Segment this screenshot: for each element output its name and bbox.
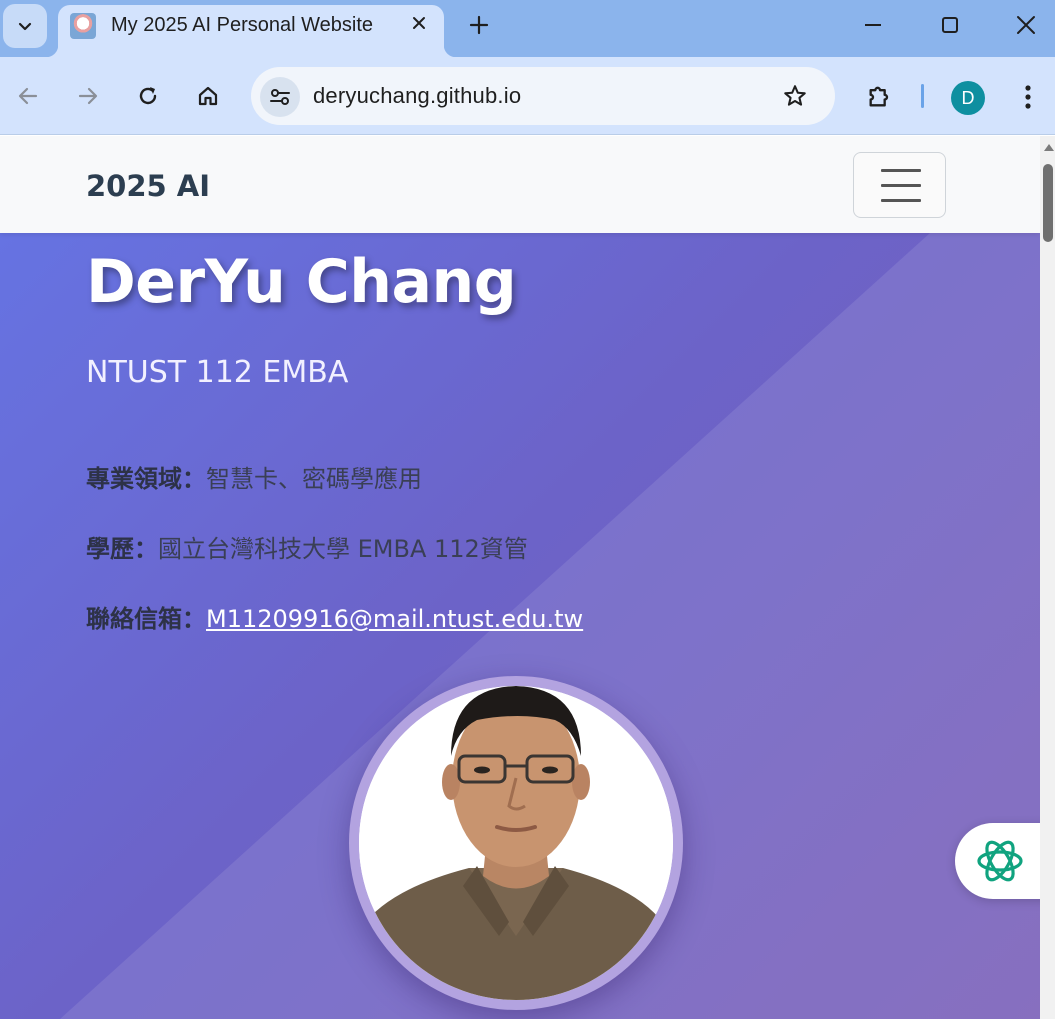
url-text[interactable]: deryuchang.github.io bbox=[313, 83, 521, 109]
star-icon bbox=[784, 85, 806, 106]
reload-icon bbox=[139, 87, 157, 105]
tab-strip: My 2025 AI Personal Website bbox=[0, 0, 1055, 57]
floating-assistant-button[interactable] bbox=[955, 823, 1040, 899]
field-expertise: 專業領域：智慧卡、密碼學應用 bbox=[86, 459, 422, 494]
browser-toolbar: deryuchang.github.io D bbox=[0, 57, 1055, 135]
scroll-up-arrow-icon[interactable] bbox=[1044, 144, 1054, 151]
scrollbar-thumb[interactable] bbox=[1043, 164, 1053, 242]
hero-name-heading: DerYu Chang bbox=[86, 247, 517, 317]
field-email: 聯絡信箱：M11209916@mail.ntust.edu.tw bbox=[86, 599, 583, 634]
toolbar-separator bbox=[921, 84, 924, 108]
hamburger-line-icon bbox=[881, 199, 921, 202]
hero-subtitle: NTUST 112 EMBA bbox=[86, 355, 349, 390]
site-brand-link[interactable]: 2025 AI bbox=[86, 169, 210, 203]
field-label: 聯絡信箱： bbox=[86, 605, 206, 633]
maximize-button[interactable] bbox=[935, 10, 965, 40]
bookmark-button[interactable] bbox=[779, 80, 811, 112]
page-viewport: 2025 AI DerYu Chang NTUST 112 EMBA 專業領域：… bbox=[0, 136, 1040, 1019]
tune-icon bbox=[270, 89, 290, 105]
page-scrollbar[interactable] bbox=[1040, 136, 1055, 1019]
close-icon bbox=[413, 17, 425, 29]
plus-icon bbox=[469, 15, 489, 35]
field-label: 專業領域： bbox=[86, 465, 206, 493]
new-tab-button[interactable] bbox=[464, 10, 494, 40]
field-value: 國立台灣科技大學 EMBA 112資管 bbox=[158, 535, 528, 563]
extensions-button[interactable] bbox=[862, 78, 898, 114]
field-label: 學歷： bbox=[86, 535, 158, 563]
puzzle-piece-icon bbox=[869, 86, 889, 107]
hamburger-line-icon bbox=[881, 169, 921, 172]
home-icon bbox=[198, 86, 218, 106]
minimize-button[interactable] bbox=[858, 10, 888, 40]
field-education: 學歷：國立台灣科技大學 EMBA 112資管 bbox=[86, 529, 528, 564]
minimize-icon bbox=[865, 24, 881, 26]
field-value: 智慧卡、密碼學應用 bbox=[206, 465, 422, 493]
hero-section: DerYu Chang NTUST 112 EMBA 專業領域：智慧卡、密碼學應… bbox=[0, 233, 1040, 1019]
navbar-toggle-button[interactable] bbox=[853, 152, 946, 218]
browser-tab-active[interactable]: My 2025 AI Personal Website bbox=[46, 5, 456, 57]
site-navbar: 2025 AI bbox=[0, 136, 1040, 233]
chevron-down-icon bbox=[18, 22, 32, 31]
site-favicon-icon bbox=[70, 13, 96, 39]
more-vertical-icon bbox=[1025, 85, 1031, 109]
forward-button[interactable] bbox=[70, 78, 106, 114]
openai-logo-icon bbox=[977, 840, 1023, 882]
hamburger-line-icon bbox=[881, 184, 921, 187]
forward-arrow-icon bbox=[78, 87, 98, 105]
browser-menu-button[interactable] bbox=[1012, 79, 1044, 115]
maximize-icon bbox=[942, 17, 958, 33]
site-info-button[interactable] bbox=[260, 77, 300, 117]
back-button[interactable] bbox=[10, 78, 46, 114]
back-arrow-icon bbox=[18, 87, 38, 105]
home-button[interactable] bbox=[190, 78, 226, 114]
close-window-button[interactable] bbox=[1011, 10, 1041, 40]
reload-button[interactable] bbox=[130, 78, 166, 114]
profile-photo-frame bbox=[349, 676, 683, 1010]
address-bar[interactable]: deryuchang.github.io bbox=[251, 67, 835, 125]
portrait-illustration bbox=[359, 686, 673, 1000]
profile-avatar[interactable]: D bbox=[951, 81, 985, 115]
profile-photo bbox=[359, 686, 673, 1000]
tab-title: My 2025 AI Personal Website bbox=[111, 14, 373, 36]
email-link[interactable]: M11209916@mail.ntust.edu.tw bbox=[206, 605, 583, 633]
tab-close-button[interactable] bbox=[408, 12, 430, 34]
tab-search-button[interactable] bbox=[3, 4, 47, 48]
close-icon bbox=[1017, 16, 1035, 34]
